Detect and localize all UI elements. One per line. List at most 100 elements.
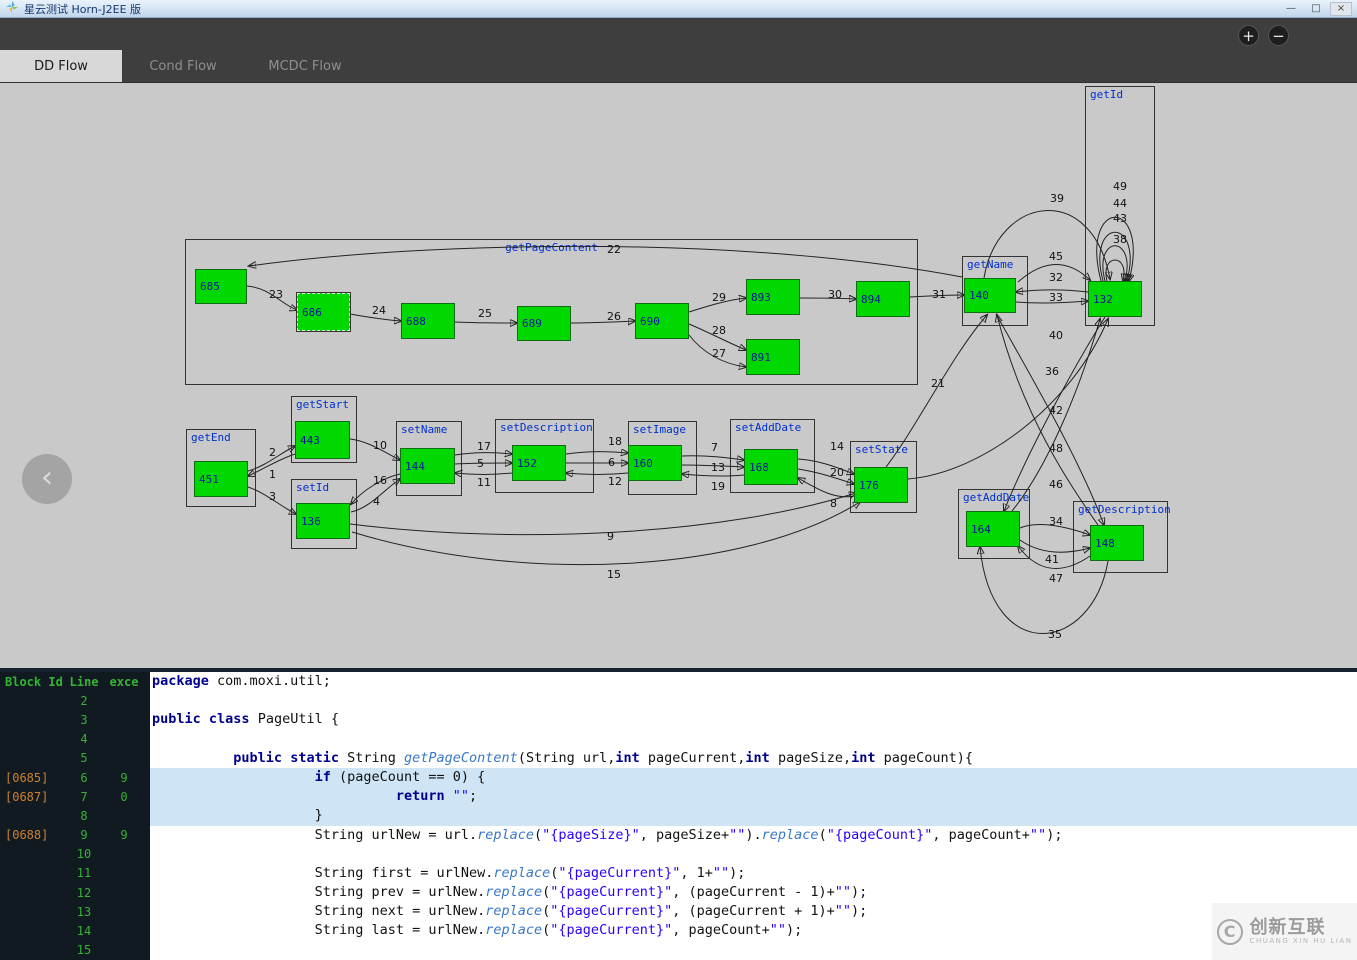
flow-node-144[interactable]: 144 [400, 448, 455, 484]
flow-edge [681, 455, 744, 460]
edge-label: 18 [608, 435, 622, 448]
edge-label: 31 [932, 288, 946, 301]
zoom-out-button[interactable]: − [1268, 25, 1289, 46]
maximize-button[interactable]: □ [1305, 2, 1327, 16]
tab-dd-flow[interactable]: DD Flow [0, 50, 122, 82]
flow-node-140[interactable]: 140 [964, 278, 1016, 313]
edge-label: 34 [1049, 515, 1063, 528]
flow-node-891[interactable]: 891 [746, 339, 800, 375]
edge-label: 33 [1049, 291, 1063, 304]
flow-canvas[interactable]: getPageContent getName getId getStart getEnd… [0, 82, 1357, 668]
close-button[interactable]: × [1330, 1, 1352, 16]
flow-node-443[interactable]: 443 [295, 421, 350, 459]
code-line: String first = urlNew.replace("{pageCurr… [152, 864, 746, 881]
edge-label: 3 [269, 490, 276, 503]
flow-edge [565, 452, 628, 454]
edge-label: 41 [1045, 553, 1059, 566]
gutter-row[interactable]: 2 [0, 691, 150, 710]
gutter-row[interactable]: 3 [0, 710, 150, 729]
flow-edge [797, 458, 854, 474]
flow-edge [454, 322, 517, 323]
flow-node-132[interactable]: 132 [1088, 281, 1142, 317]
code-line: } [150, 806, 1357, 826]
edge-label: 30 [828, 288, 842, 301]
gutter-header-line: Line [69, 674, 99, 689]
line-number-cell: 6 [80, 770, 88, 785]
edge-label: 23 [269, 288, 283, 301]
edge-label: 36 [1045, 365, 1059, 378]
gutter-row[interactable]: 4 [0, 730, 150, 749]
tab-bar: DD Flow Cond Flow MCDC Flow [0, 50, 1357, 82]
minimize-button[interactable]: — [1280, 2, 1302, 16]
edge-label: 45 [1049, 250, 1063, 263]
code-panel: Block Id Line exce 2 3 4 5 [0685] 6 9 [0687] 7 0 8… [0, 672, 1357, 960]
edge-label: 29 [712, 291, 726, 304]
gutter-row[interactable]: 10 [0, 845, 150, 864]
flow-node-689[interactable]: 689 [517, 306, 571, 341]
line-number-cell: 4 [80, 732, 88, 747]
flow-edge [349, 493, 856, 536]
zoom-in-button[interactable]: + [1238, 25, 1259, 46]
edge-label: 26 [607, 310, 621, 323]
edge-label: 13 [711, 461, 725, 474]
gutter-row[interactable]: 14 [0, 921, 150, 940]
flow-edge [682, 474, 745, 476]
gutter-header-exec: exce [109, 674, 139, 689]
edge-label: 44 [1113, 197, 1127, 210]
toolbar: + − [0, 18, 1357, 50]
prev-arrow-button[interactable]: ‹ [22, 454, 72, 504]
edge-label: 46 [1049, 478, 1063, 491]
tab-mcdc-flow[interactable]: MCDC Flow [244, 50, 366, 82]
gutter-row[interactable]: 12 [0, 883, 150, 902]
flow-node-688[interactable]: 688 [401, 303, 455, 339]
gutter-row[interactable]: 11 [0, 864, 150, 883]
edge-label: 14 [830, 440, 844, 453]
gutter-row[interactable]: 8 [0, 806, 150, 825]
flow-node-168[interactable]: 168 [744, 449, 798, 485]
window-controls: — □ × [1280, 1, 1352, 16]
edge-label: 24 [372, 304, 386, 317]
flow-node-686[interactable]: 686 [297, 293, 350, 331]
gutter-row[interactable]: [0688] 9 9 [0, 826, 150, 845]
code-view[interactable]: package com.moxi.util; public class PageU… [150, 672, 1357, 960]
line-number-cell: 8 [80, 808, 88, 823]
gutter-row[interactable]: 13 [0, 902, 150, 921]
edge-label: 49 [1113, 180, 1127, 193]
code-line: return ""; [150, 787, 1357, 807]
flow-node-176[interactable]: 176 [854, 467, 908, 503]
gutter-row[interactable]: 15 [0, 941, 150, 960]
flow-node-160[interactable]: 160 [628, 445, 682, 481]
line-number-cell: 5 [80, 751, 88, 766]
flow-node-893[interactable]: 893 [746, 279, 800, 315]
flow-edge [997, 315, 1099, 526]
flow-edge [455, 473, 513, 475]
flow-node-894[interactable]: 894 [856, 281, 910, 317]
edge-label: 6 [608, 456, 615, 469]
flow-edge [983, 210, 1110, 279]
flow-node-685[interactable]: 685 [195, 269, 247, 304]
flow-edge [1096, 216, 1133, 281]
gutter-row[interactable]: 5 [0, 749, 150, 768]
gutter-row[interactable]: [0685] 6 9 [0, 768, 150, 787]
line-number-cell: 9 [80, 828, 88, 843]
flow-node-690[interactable]: 690 [635, 303, 689, 339]
gutter-header-blockid: Block Id [5, 674, 63, 689]
flow-edge [885, 315, 987, 468]
line-number-cell: 7 [80, 789, 88, 804]
line-number-cell: 14 [76, 924, 92, 939]
flow-node-136[interactable]: 136 [296, 503, 350, 539]
tab-cond-flow[interactable]: Cond Flow [122, 50, 244, 82]
block-id-cell: [0687] [5, 789, 49, 804]
edge-label: 5 [477, 457, 484, 470]
flow-node-164[interactable]: 164 [966, 511, 1020, 547]
flow-node-451[interactable]: 451 [194, 461, 248, 497]
edge-label: 12 [608, 475, 622, 488]
code-line: if (pageCount == 0) { [150, 767, 1357, 788]
edge-label: 16 [373, 474, 387, 487]
flow-node-148[interactable]: 148 [1090, 525, 1144, 561]
gutter-row[interactable]: [0687] 7 0 [0, 787, 150, 806]
flow-node-152[interactable]: 152 [512, 445, 566, 481]
code-line: public static String getPageContent(Stri… [233, 749, 974, 766]
